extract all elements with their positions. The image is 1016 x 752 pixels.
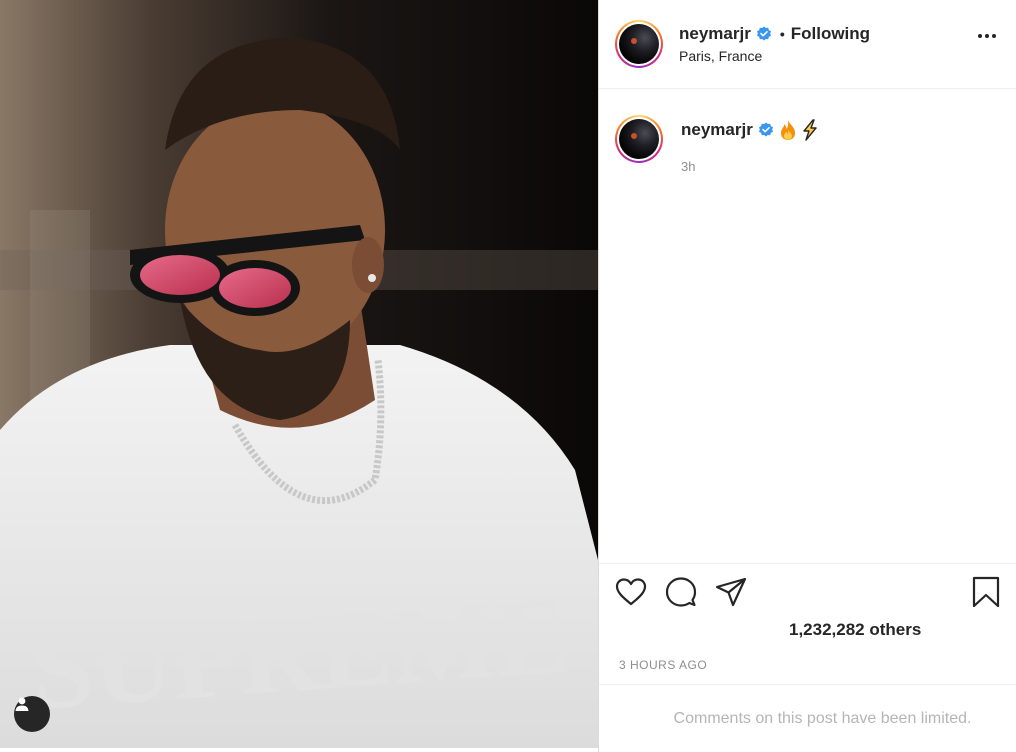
avatar-border	[617, 117, 661, 161]
post-timestamp[interactable]: 3 HOURS AGO	[615, 658, 1000, 684]
comment-icon	[665, 577, 697, 607]
following-button[interactable]: Following	[791, 24, 870, 44]
username-link[interactable]: neymarjr	[679, 24, 751, 44]
avatar-border	[617, 22, 661, 66]
caption-emojis	[778, 119, 820, 141]
more-horizontal-icon	[985, 34, 989, 38]
instagram-post: SUPREME neymarjr • Following Paris, Fran…	[0, 0, 1016, 752]
photo-illustration: SUPREME	[0, 0, 598, 748]
comment-button[interactable]	[665, 572, 705, 612]
more-horizontal-icon	[992, 34, 996, 38]
fire-emoji-icon	[780, 120, 795, 140]
avatar-image	[619, 24, 659, 64]
caption-row: neymarjr 3h	[615, 115, 1000, 174]
action-bar	[615, 564, 1000, 620]
save-button[interactable]	[960, 572, 1000, 612]
share-button[interactable]	[715, 572, 755, 612]
caption-text: neymarjr 3h	[681, 119, 820, 174]
more-options-button[interactable]	[978, 34, 996, 38]
post-side-panel: neymarjr • Following Paris, France neyma…	[598, 0, 1016, 752]
location-link[interactable]: Paris, France	[679, 48, 870, 64]
caption-username-link[interactable]: neymarjr	[681, 120, 753, 140]
post-header: neymarjr • Following Paris, France	[599, 0, 1016, 89]
lightning-emoji-icon	[803, 119, 817, 141]
like-button[interactable]	[615, 572, 655, 612]
tagged-users-button[interactable]	[14, 696, 50, 732]
caption-avatar[interactable]	[615, 115, 663, 163]
caption-area: neymarjr 3h	[599, 89, 1016, 563]
caption-time[interactable]: 3h	[681, 159, 820, 174]
bookmark-icon	[972, 576, 1000, 608]
avatar-detail	[631, 38, 637, 44]
avatar-image	[619, 119, 659, 159]
verified-badge-icon	[758, 122, 774, 138]
avatar-detail	[631, 133, 637, 139]
caption-line: neymarjr	[681, 119, 820, 141]
actions-section: 1,232,282 others 3 HOURS AGO	[599, 563, 1016, 684]
post-photo[interactable]: SUPREME	[0, 0, 598, 748]
avatar[interactable]	[615, 20, 663, 68]
header-line: neymarjr • Following	[679, 24, 870, 44]
separator-bullet: •	[779, 26, 785, 42]
likes-count[interactable]: 1,232,282 others	[615, 620, 1000, 646]
header-text: neymarjr • Following Paris, France	[679, 24, 870, 64]
heart-icon	[615, 578, 647, 606]
share-icon	[715, 577, 747, 607]
more-horizontal-icon	[978, 34, 982, 38]
verified-badge-icon	[756, 26, 772, 42]
comments-limited-notice: Comments on this post have been limited.	[599, 684, 1016, 752]
user-icon	[15, 697, 29, 711]
